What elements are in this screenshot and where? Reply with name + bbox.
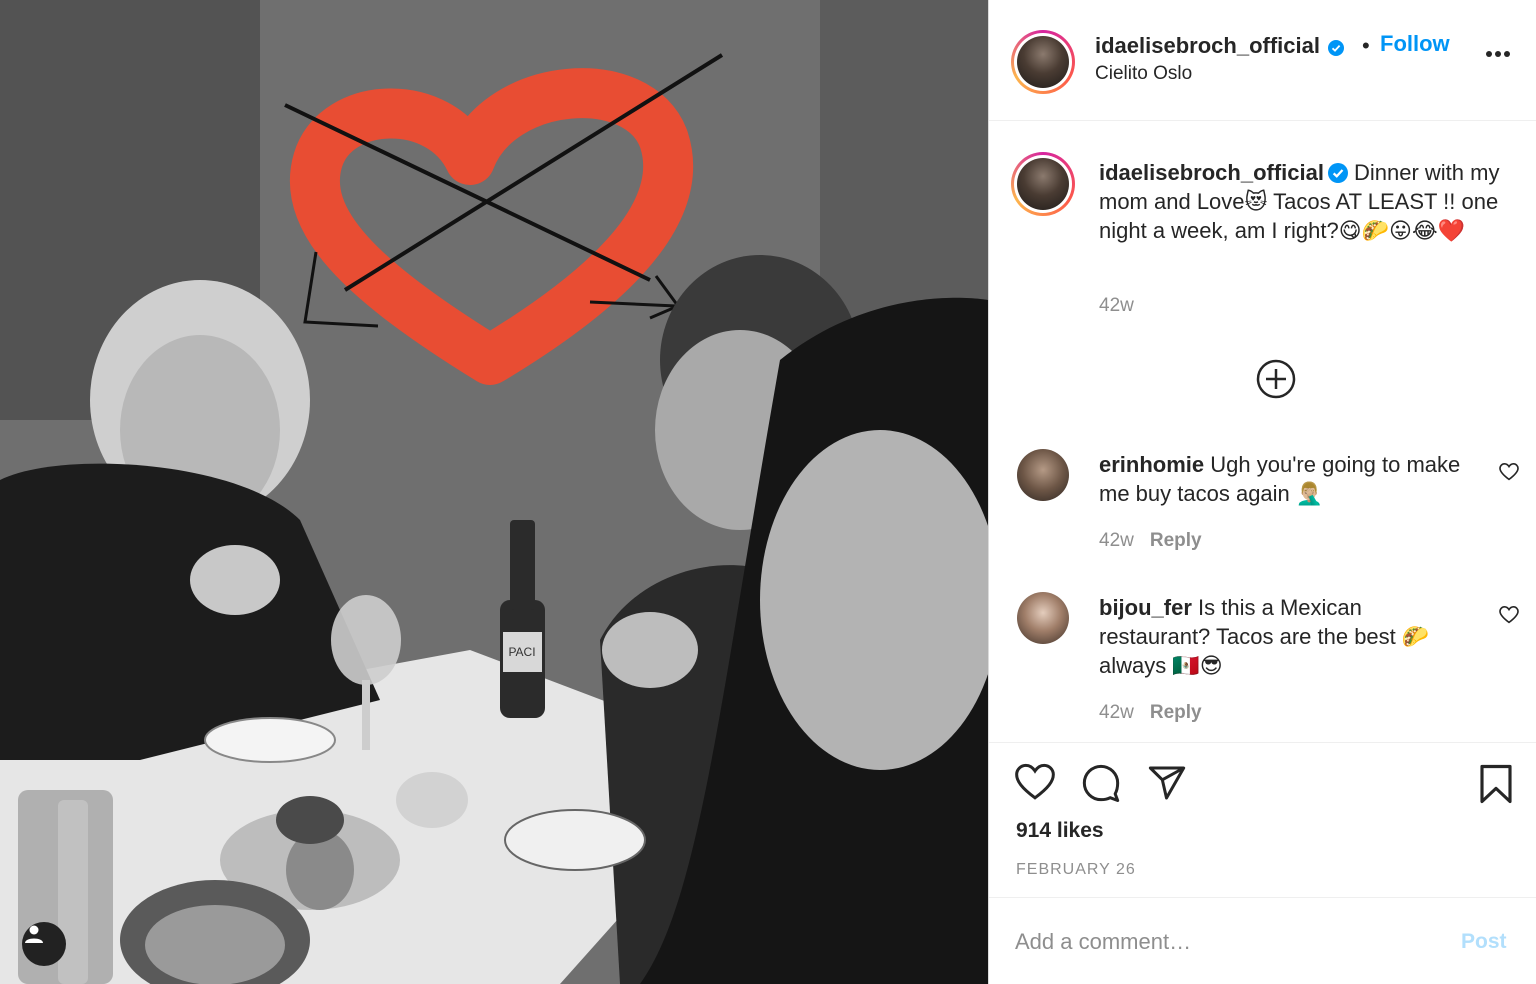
load-more-comments-icon[interactable]	[1255, 358, 1297, 400]
commenter-avatar[interactable]	[1017, 592, 1069, 644]
author-username[interactable]: idaelisebroch_official	[1095, 33, 1320, 58]
post-actions: 914 likes FEBRUARY 26	[989, 742, 1536, 896]
caption: idaelisebroch_official Dinner with my mo…	[1099, 158, 1519, 245]
save-bookmark-icon[interactable]	[1477, 763, 1515, 805]
photo-illustration: PACI	[0, 0, 988, 984]
caption-avatar[interactable]	[1011, 152, 1075, 216]
post-side-panel: idaelisebroch_official • Follow Cielito …	[988, 0, 1536, 984]
like-comment-heart-icon[interactable]	[1499, 606, 1519, 624]
share-paper-plane-icon[interactable]	[1147, 763, 1187, 803]
comments-section: idaelisebroch_official Dinner with my mo…	[989, 122, 1536, 742]
person-icon	[25, 925, 43, 943]
likes-count[interactable]: 914 likes	[1016, 819, 1104, 843]
caption-username[interactable]: idaelisebroch_official	[1099, 160, 1324, 185]
comment-bubble-icon[interactable]	[1081, 763, 1121, 803]
comment-timestamp[interactable]: 42w	[1099, 530, 1134, 551]
add-comment-bar: Post	[989, 897, 1536, 984]
post-comment-button[interactable]: Post	[1461, 930, 1507, 954]
comment-timestamp[interactable]: 42w	[1099, 702, 1134, 723]
commenter-username[interactable]: erinhomie	[1099, 452, 1204, 477]
follow-button[interactable]: Follow	[1380, 31, 1450, 57]
post-header: idaelisebroch_official • Follow Cielito …	[989, 0, 1536, 121]
reply-button[interactable]: Reply	[1150, 530, 1202, 551]
comment-input[interactable]	[1015, 924, 1435, 960]
bottle-label: PACI	[508, 645, 535, 659]
tagged-users-button[interactable]	[22, 922, 66, 966]
separator-dot: •	[1362, 33, 1370, 58]
verified-badge-icon	[1328, 40, 1345, 56]
like-comment-heart-icon[interactable]	[1499, 463, 1519, 481]
author-avatar[interactable]	[1011, 30, 1075, 94]
verified-badge-icon	[1327, 163, 1348, 183]
post-date[interactable]: FEBRUARY 26	[1016, 861, 1136, 879]
more-options-icon[interactable]	[1485, 50, 1511, 58]
caption-timestamp[interactable]: 42w	[1099, 295, 1134, 317]
commenter-username[interactable]: bijou_fer	[1099, 595, 1192, 620]
commenter-avatar[interactable]	[1017, 449, 1069, 501]
like-heart-icon[interactable]	[1015, 763, 1055, 801]
reply-button[interactable]: Reply	[1150, 702, 1202, 723]
post-photo[interactable]: PACI	[0, 0, 988, 984]
location-link[interactable]: Cielito Oslo	[1095, 63, 1192, 85]
